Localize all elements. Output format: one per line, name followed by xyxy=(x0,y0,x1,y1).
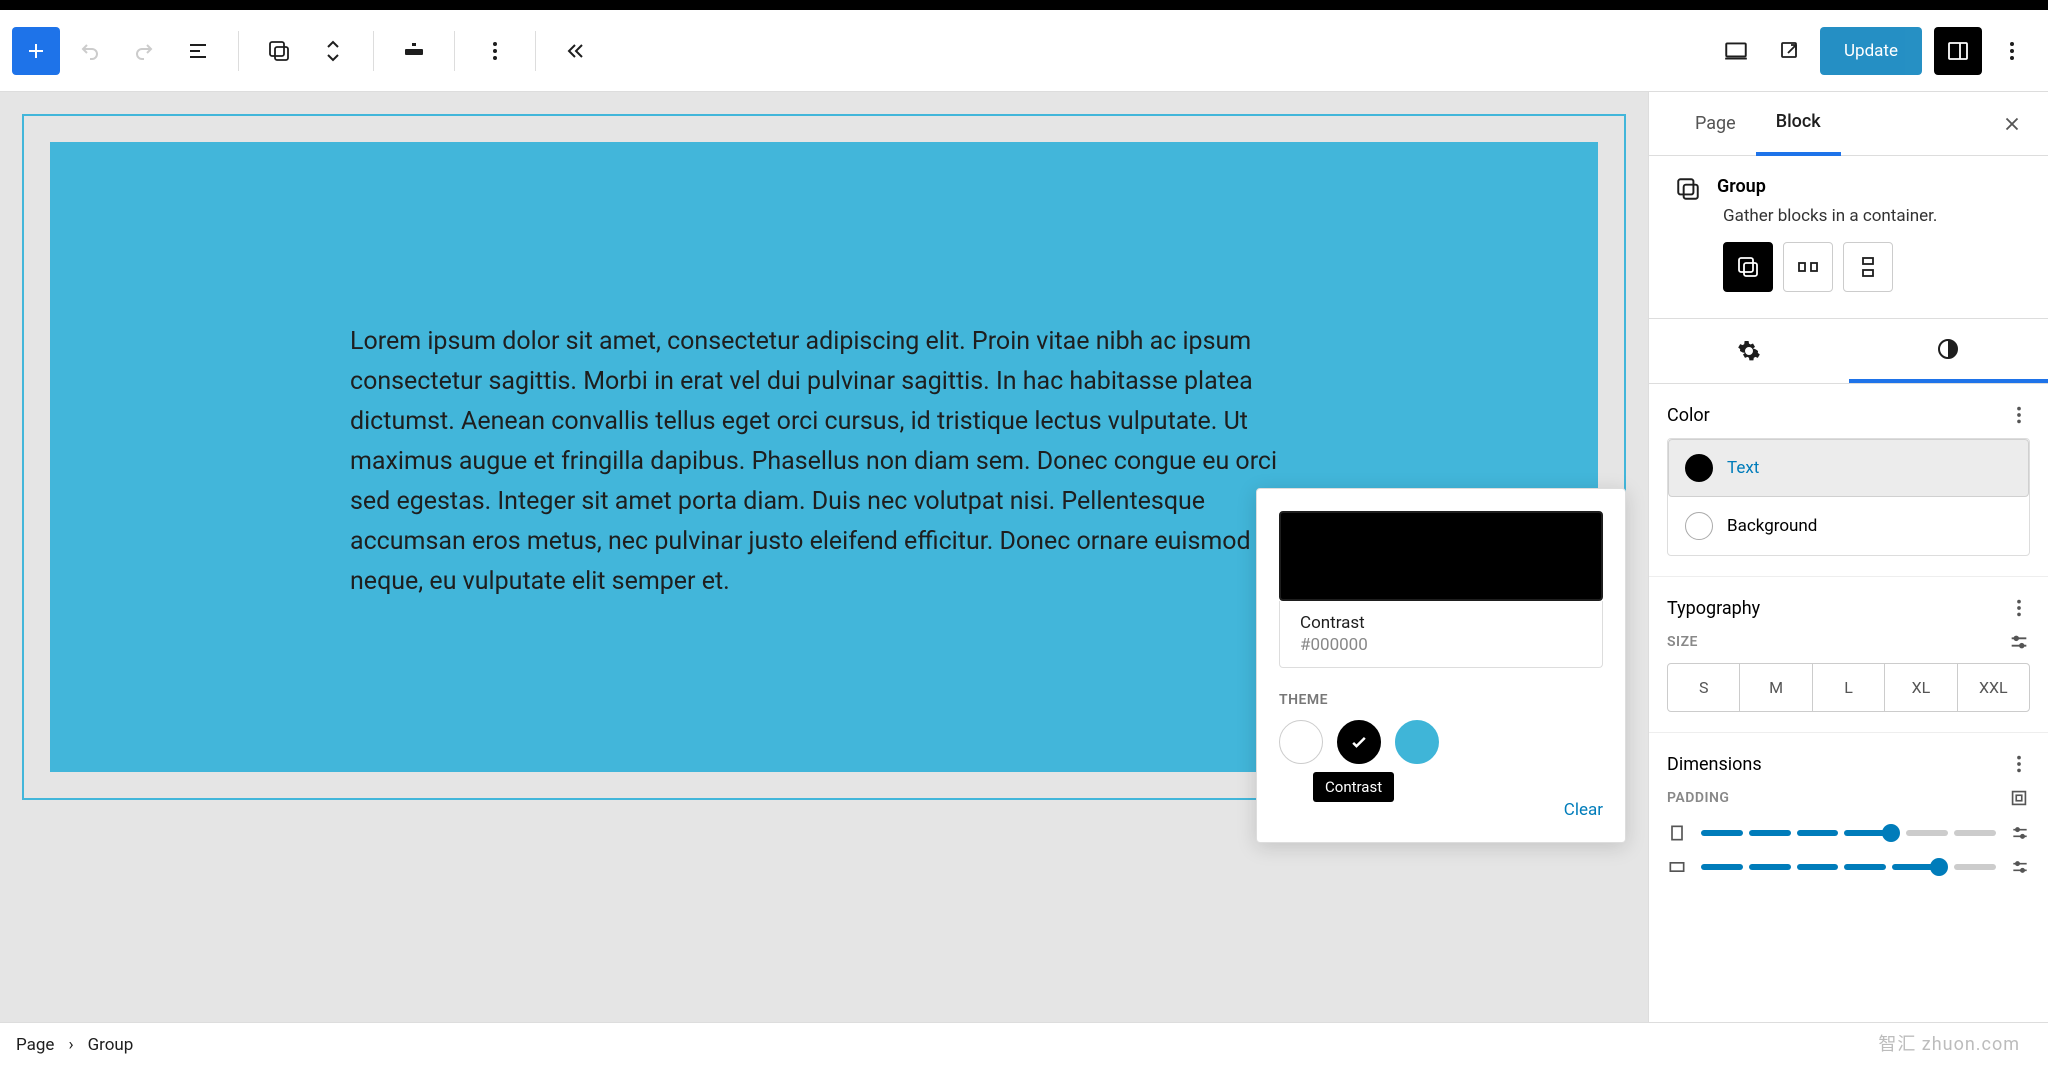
padding-vertical-slider[interactable] xyxy=(1701,824,1996,842)
background-color-label: Background xyxy=(1727,516,1817,536)
subtab-styles[interactable] xyxy=(1849,319,2048,383)
watermark: 智汇 zhuon.com xyxy=(1878,1030,2020,1056)
layout-row-button[interactable] xyxy=(1783,242,1833,292)
preview-button[interactable] xyxy=(1766,27,1814,75)
settings-sidebar-toggle[interactable] xyxy=(1934,27,1982,75)
color-hex: #000000 xyxy=(1300,635,1582,655)
block-options-button[interactable] xyxy=(471,27,519,75)
breadcrumb-group[interactable]: Group xyxy=(88,1035,134,1055)
background-color-swatch xyxy=(1685,512,1713,540)
tab-page[interactable]: Page xyxy=(1675,93,1756,154)
color-picker-popover: Contrast #000000 THEME Contrast Clear xyxy=(1256,488,1626,843)
move-up-down-button[interactable] xyxy=(309,27,357,75)
sidebar-tabs: Page Block xyxy=(1649,92,2048,156)
typography-options-button[interactable] xyxy=(2008,597,2030,619)
theme-swatch-base[interactable] xyxy=(1279,720,1323,764)
theme-swatch-primary[interactable] xyxy=(1395,720,1439,764)
size-m[interactable]: M xyxy=(1739,664,1811,711)
tab-block[interactable]: Block xyxy=(1756,92,1841,156)
size-s[interactable]: S xyxy=(1668,664,1739,711)
text-color-label: Text xyxy=(1727,458,1759,478)
settings-sidebar: Page Block Group Gather blocks in a cont… xyxy=(1648,92,2048,1022)
padding-horizontal-slider[interactable] xyxy=(1701,858,1996,876)
undo-button[interactable] xyxy=(66,27,114,75)
theme-swatch-contrast[interactable] xyxy=(1337,720,1381,764)
breadcrumb-page[interactable]: Page xyxy=(16,1035,54,1055)
padding-horizontal-custom[interactable] xyxy=(2010,857,2030,877)
add-block-button[interactable] xyxy=(12,27,60,75)
collapse-toolbar-button[interactable] xyxy=(552,27,600,75)
align-button[interactable] xyxy=(390,27,438,75)
typography-heading: Typography xyxy=(1667,598,1760,619)
layout-group-button[interactable] xyxy=(1723,242,1773,292)
block-name: Group xyxy=(1717,176,1766,197)
padding-vertical-custom[interactable] xyxy=(2010,823,2030,843)
clear-color-button[interactable]: Clear xyxy=(1564,800,1603,820)
swatch-tooltip: Contrast xyxy=(1313,772,1394,802)
top-toolbar: Update xyxy=(0,10,2048,92)
close-sidebar-button[interactable] xyxy=(1992,104,2032,144)
paragraph-block[interactable]: Lorem ipsum dolor sit amet, consectetur … xyxy=(350,322,1298,602)
more-options-button[interactable] xyxy=(1988,27,2036,75)
redo-button[interactable] xyxy=(120,27,168,75)
dimensions-options-button[interactable] xyxy=(2008,753,2030,775)
padding-horizontal-icon xyxy=(1667,857,1687,877)
color-name: Contrast xyxy=(1300,613,1582,633)
size-label: SIZE xyxy=(1667,634,1698,650)
view-desktop-button[interactable] xyxy=(1712,27,1760,75)
padding-link-button[interactable] xyxy=(2008,787,2030,809)
theme-label: THEME xyxy=(1279,692,1603,708)
group-block-icon xyxy=(1675,176,1701,202)
block-description: Gather blocks in a container. xyxy=(1649,206,2048,242)
color-options-button[interactable] xyxy=(2008,404,2030,426)
color-text-row[interactable]: Text xyxy=(1668,439,2029,497)
breadcrumb-separator: › xyxy=(68,1035,73,1055)
color-section-heading: Color xyxy=(1667,405,1710,426)
color-preview xyxy=(1279,511,1603,601)
size-xl[interactable]: XL xyxy=(1884,664,1956,711)
color-background-row[interactable]: Background xyxy=(1668,497,2029,555)
font-size-buttons: S M L XL XXL xyxy=(1667,663,2030,712)
breadcrumb: Page › Group 智汇 zhuon.com xyxy=(0,1022,2048,1066)
document-overview-button[interactable] xyxy=(174,27,222,75)
size-xxl[interactable]: XXL xyxy=(1957,664,2029,711)
group-icon[interactable] xyxy=(255,27,303,75)
padding-label: PADDING xyxy=(1667,790,1729,806)
size-l[interactable]: L xyxy=(1812,664,1884,711)
padding-vertical-icon xyxy=(1667,823,1687,843)
layout-stack-button[interactable] xyxy=(1843,242,1893,292)
text-color-swatch xyxy=(1685,454,1713,482)
size-custom-button[interactable] xyxy=(2008,631,2030,653)
update-button[interactable]: Update xyxy=(1820,27,1922,75)
dimensions-heading: Dimensions xyxy=(1667,754,1762,775)
subtab-settings[interactable] xyxy=(1649,319,1849,383)
